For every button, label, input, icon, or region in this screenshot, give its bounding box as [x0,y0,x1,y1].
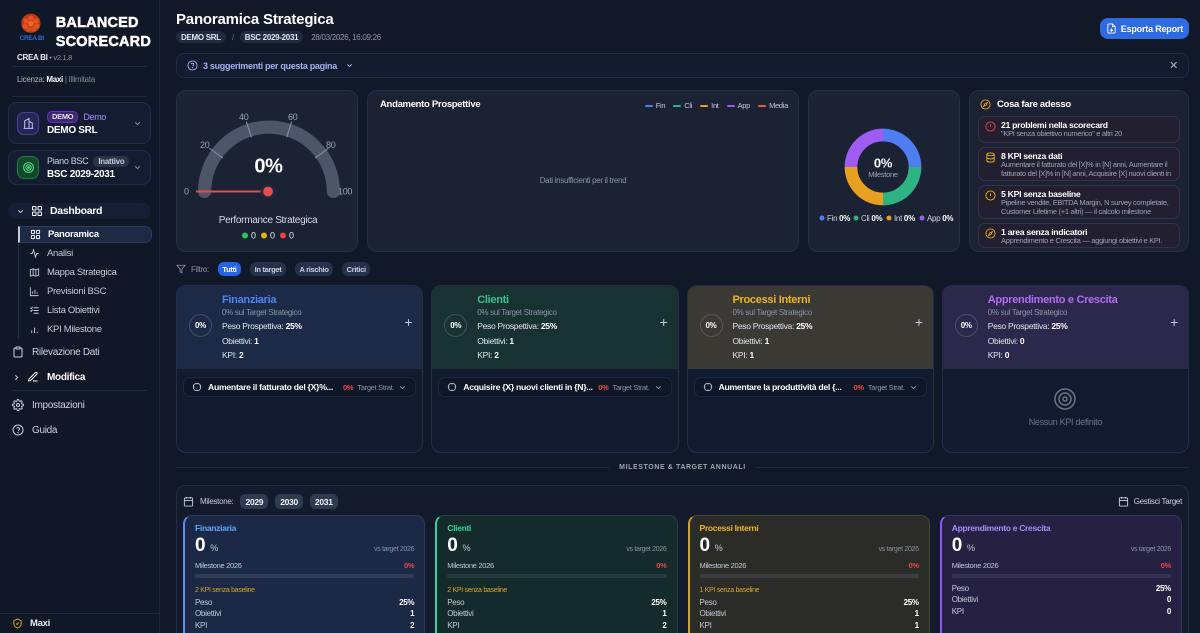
svg-text:80: 80 [326,140,336,150]
svg-text:100: 100 [338,187,352,197]
svg-text:Int 0%: Int 0% [894,214,915,223]
svg-text:Performance Strategica: Performance Strategica [219,215,318,226]
svg-text:Milestone: Milestone [868,170,898,179]
svg-text:0: 0 [289,231,294,241]
svg-text:CREA BI: CREA BI [20,35,44,42]
svg-text:20: 20 [200,140,210,150]
svg-text:60: 60 [288,112,298,122]
svg-text:0%: 0% [874,156,893,171]
svg-text:Cli 0%: Cli 0% [861,214,883,223]
svg-text:0: 0 [251,231,256,241]
svg-text:App 0%: App 0% [927,214,953,223]
svg-text:Fin 0%: Fin 0% [827,214,850,223]
svg-text:0%: 0% [254,156,283,178]
svg-text:40: 40 [239,112,249,122]
svg-text:0: 0 [270,231,275,241]
svg-text:0: 0 [184,187,189,197]
